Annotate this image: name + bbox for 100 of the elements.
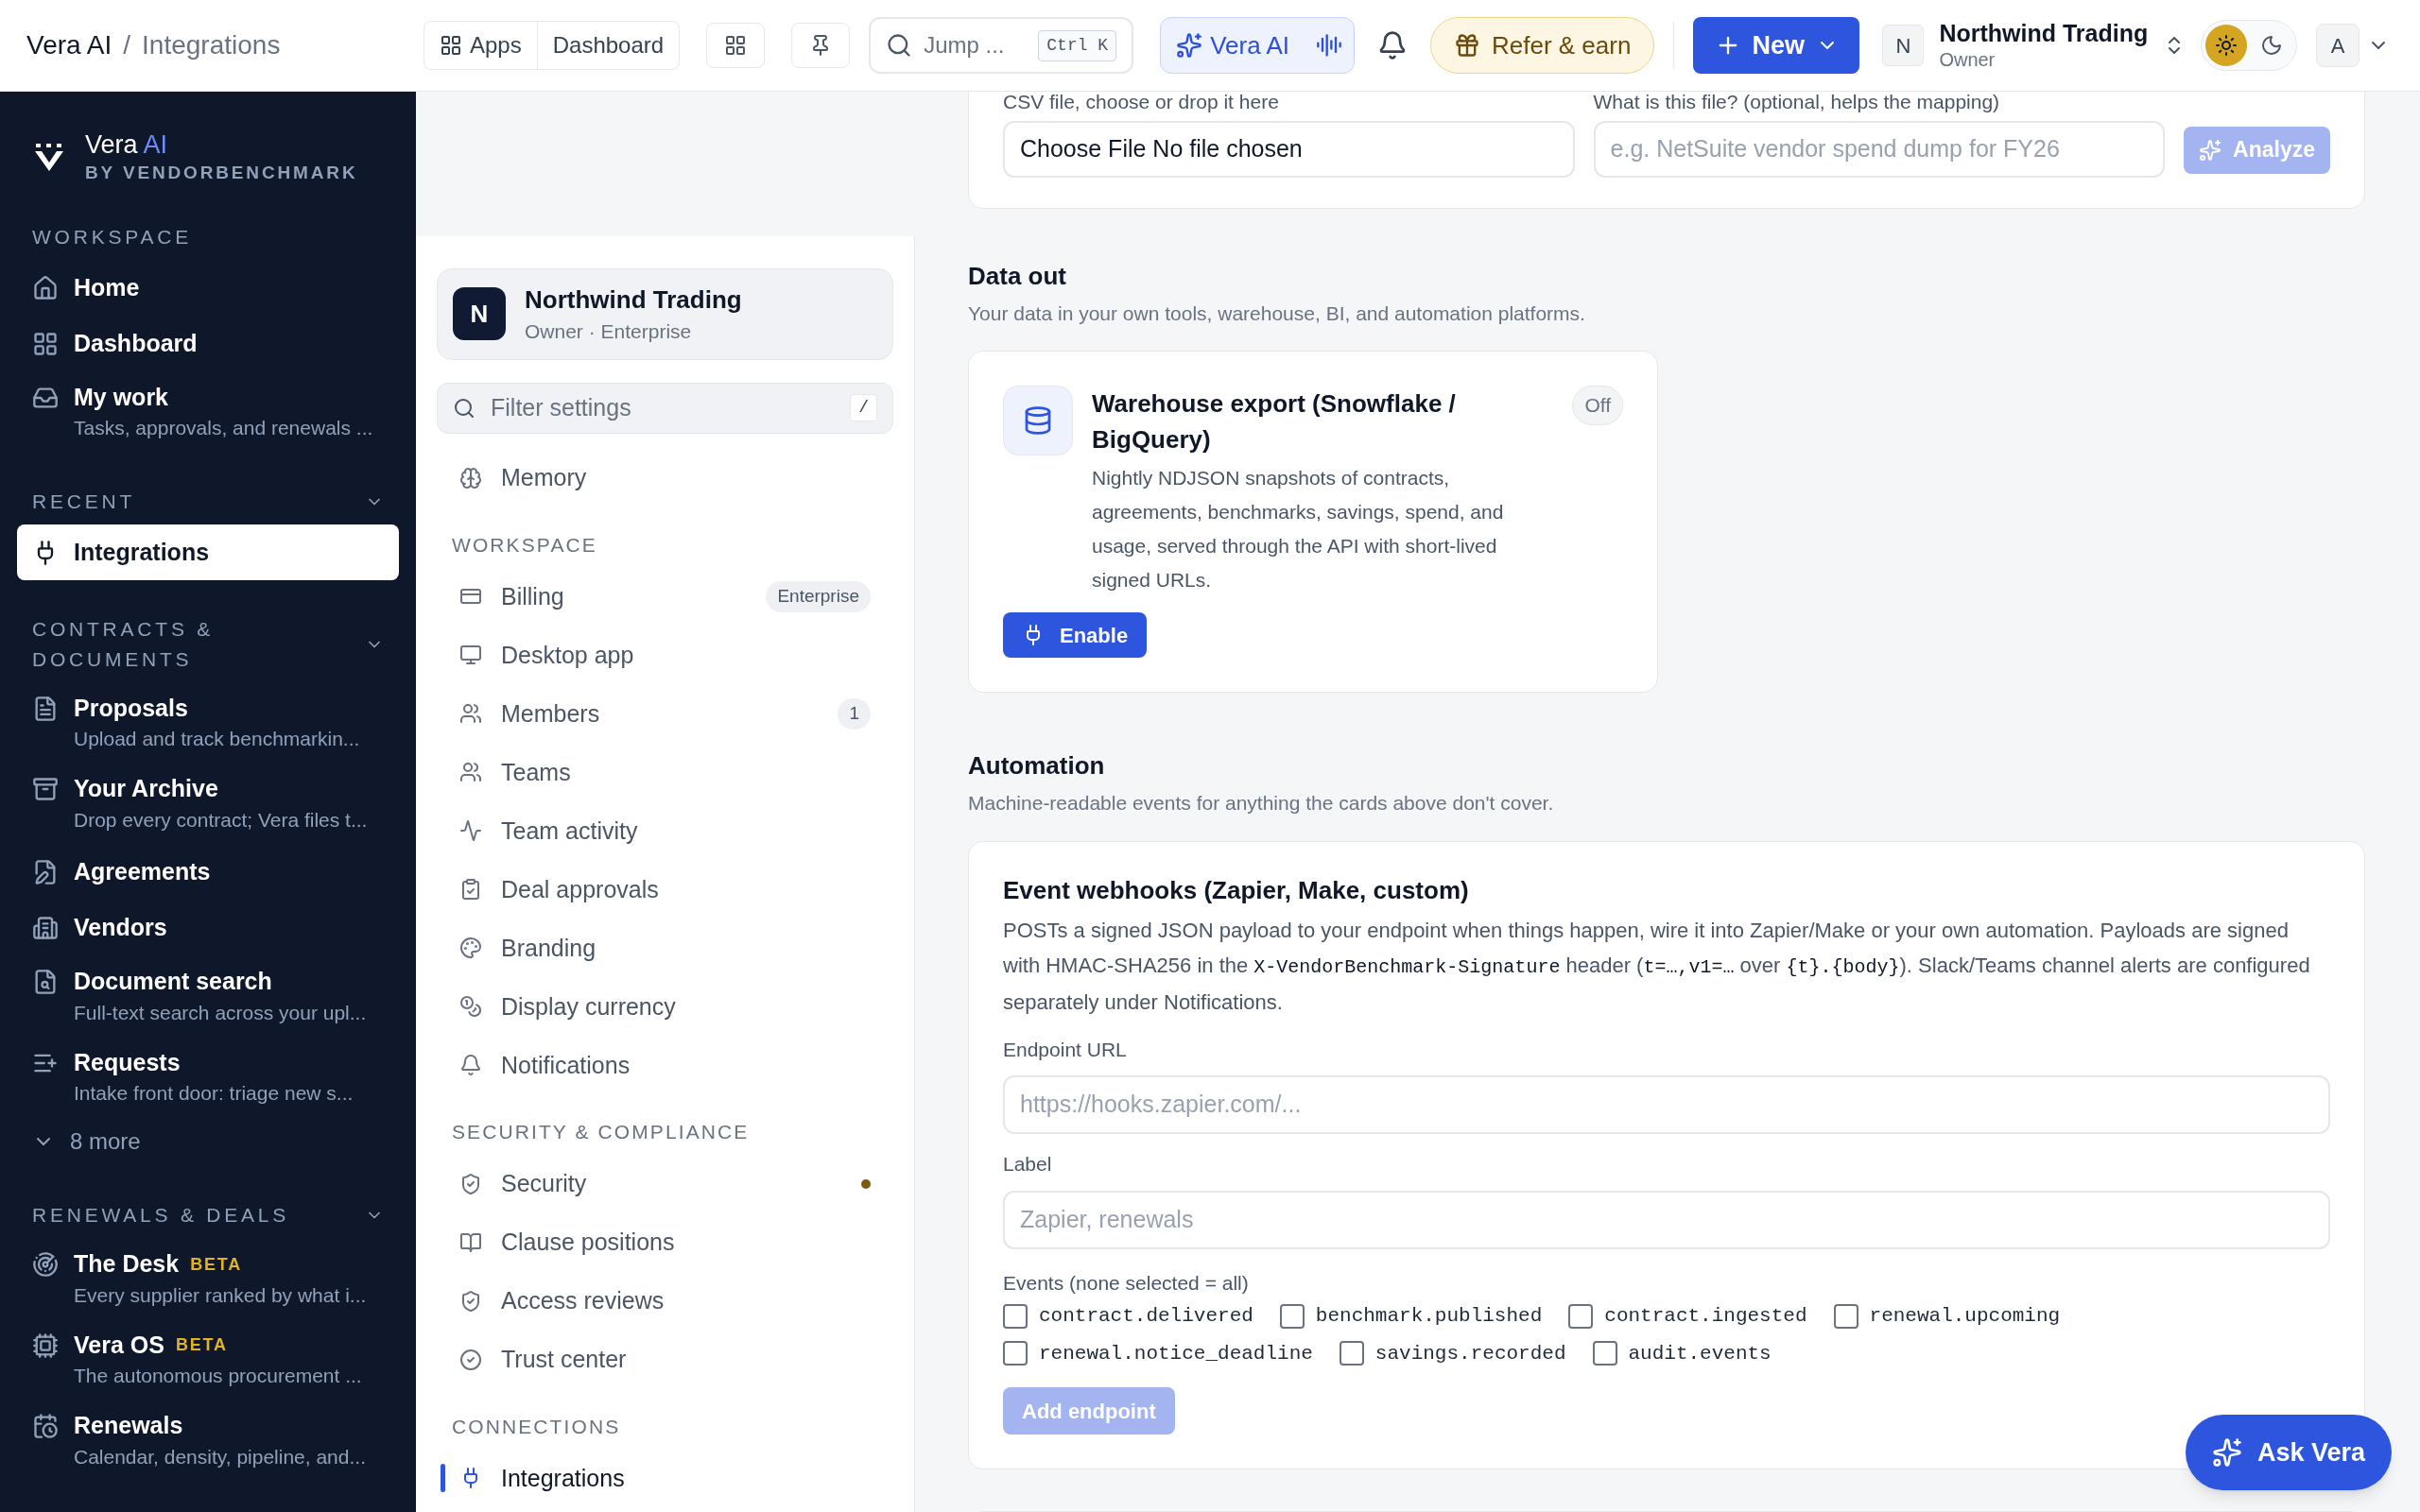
settings-nav-item[interactable]: Deal approvals [437,860,893,919]
shortcut-key: / [850,394,877,422]
settings-nav-item[interactable]: Security [437,1154,893,1213]
users-icon [459,761,482,784]
search-placeholder: Jump ... [924,31,1006,60]
settings-nav-item[interactable]: Clause positions [437,1212,893,1272]
user-avatar[interactable]: A [2316,24,2360,67]
field-label: Label [1003,1152,1053,1177]
settings-nav-item[interactable]: Members 1 [437,684,893,744]
checkbox[interactable] [1592,1341,1617,1366]
count-badge: Enterprise [766,581,871,612]
nav-item[interactable]: Dashboard [17,315,399,371]
group-heading: CONNECTIONS [451,1414,622,1439]
account-switcher[interactable]: N Northwind Trading Owner [1882,18,2187,73]
group-heading: WORKSPACE [451,532,598,558]
nav-item[interactable]: Agreements [17,843,399,900]
nav-description: Calendar, density, pipeline, and... [74,1444,366,1469]
nav-label: Your Archive [74,774,218,804]
checkbox[interactable] [1003,1341,1028,1366]
ask-vera-button[interactable]: Ask Vera [2185,1415,2392,1490]
beta-label: BETA [175,1334,228,1356]
checkbox[interactable] [1279,1303,1305,1329]
nav-item[interactable]: Vera OS BETA The autonomous procurement ... [17,1318,399,1400]
checkbox[interactable] [1833,1303,1858,1329]
nav-button[interactable]: Apps [424,22,537,69]
pulse-icon [459,819,482,843]
settings-nav-item[interactable]: Billing Enterprise [437,567,893,627]
nav-item[interactable]: Home [17,259,399,316]
section-heading: WORKSPACE [32,224,193,249]
shield-icon [459,1172,482,1195]
section-title: Data out [968,260,1067,292]
refer-button[interactable]: Refer & earn [1429,17,1655,74]
grid-icon [32,330,59,357]
brand-subtitle: BY VENDORBENCHMARK [85,161,358,184]
event-name: audit.events [1628,1341,1772,1366]
organization-card[interactable]: N Northwind Trading Owner · Enterprise [437,268,893,360]
show-more-link[interactable]: 8 more [17,1117,399,1167]
page-title: Integrations [142,29,281,61]
nav-item[interactable]: My work Tasks, approvals, and renewals ... [17,371,399,453]
filter-field[interactable]: Filter settings / [437,382,893,434]
nav-description: Upload and track benchmarkin... [74,727,360,751]
app-name[interactable]: Vera AI [26,26,112,65]
settings-nav-item[interactable]: Access reviews [437,1271,893,1331]
brain-icon [459,466,482,490]
nav-label: Vendors [74,913,167,942]
sparkles-icon [1176,32,1203,59]
gift-icon [1453,32,1480,59]
card-title: Warehouse export (Snowflake / BigQuery) [1092,388,1457,455]
checkbox[interactable] [1339,1341,1364,1366]
nav-item[interactable]: Integrations [17,524,399,580]
checkbox[interactable] [1568,1303,1594,1329]
new-button[interactable]: New [1693,17,1860,74]
beta-label: BETA [190,1253,243,1276]
nav-item[interactable]: Requests Intake front door: triage new s... [17,1036,399,1118]
status-pill: Off [1572,386,1623,425]
section-title: Automation [968,750,1106,782]
checkbox[interactable] [1003,1303,1028,1329]
grid-button[interactable] [706,23,766,68]
field-label: Endpoint URL [1003,1037,1128,1062]
section-heading: CONTRACTS & DOCUMENTS [32,616,216,672]
breadcrumb-separator: / [123,29,131,61]
calendar-icon [32,1413,59,1440]
pin-button[interactable] [791,23,851,68]
users-icon [459,702,482,726]
nav-label: Proposals [74,693,188,723]
nav-label: The Desk [74,1249,180,1280]
settings-nav-item[interactable]: Branding [437,919,893,978]
database-icon [1023,405,1053,436]
building-icon [32,915,59,941]
nav-item[interactable]: Proposals Upload and track benchmarkin... [17,681,399,764]
search-icon [453,396,475,420]
section-subtitle: Machine-readable events for anything the cards above don't cover. [968,791,1555,816]
settings-nav-item[interactable]: Memory [437,448,893,507]
home-icon [32,274,59,301]
voice-icon[interactable] [1315,32,1342,59]
section-subtitle: Your data in your own tools, warehouse, BI, and automation platforms. [968,301,1586,326]
event-name: renewal.notice_deadline [1039,1341,1313,1366]
settings-nav-item[interactable]: Notifications [437,1036,893,1095]
settings-nav-item[interactable]: Desktop app [437,626,893,685]
file-input[interactable]: Choose File No file chosen [1003,120,1575,178]
enable-button[interactable]: Enable [1003,612,1148,658]
archive-icon [32,776,59,803]
settings-nav-item[interactable]: Integrations [437,1449,893,1508]
events-label: Events (none selected = all) [1003,1270,1250,1296]
settings-nav-item[interactable]: Display currency [437,977,893,1037]
settings-nav-item[interactable]: Trust center [437,1330,893,1389]
nav-item[interactable]: Your Archive Drop every contract; Vera files t... [17,763,399,844]
settings-nav-item[interactable]: Teams [437,743,893,802]
settings-nav-item[interactable]: Team activity [437,801,893,861]
nav-button[interactable]: Dashboard [536,22,680,69]
light-mode-toggle[interactable] [2205,25,2248,66]
nav-item[interactable]: Renewals Calendar, density, pipeline, and... [17,1400,399,1481]
nav-label: Requests [74,1047,181,1077]
search-field[interactable]: Jump ... Ctrl K [869,17,1134,74]
card-description: POSTs a signed JSON payload to your endpoint when things happen, wire it into Zapier/Make or your own automation. Payloads are signed with HMAC-SHA256 in the X-VendorBenchmark-Signature header (t=…,v1=… over {t}.{body}). Slack/Teams channel alerts are configured separately under Notifications. [1003,917,2311,1016]
nav-item[interactable]: The Desk BETA Every supplier ranked by what i... [17,1238,399,1319]
field-label: What is this file? (optional, helps the mapping) [1593,92,2001,114]
sparkles-icon [2211,1437,2242,1468]
nav-item[interactable]: Vendors [17,900,399,956]
nav-item[interactable]: Document search Full-text search across your upl... [17,955,399,1037]
